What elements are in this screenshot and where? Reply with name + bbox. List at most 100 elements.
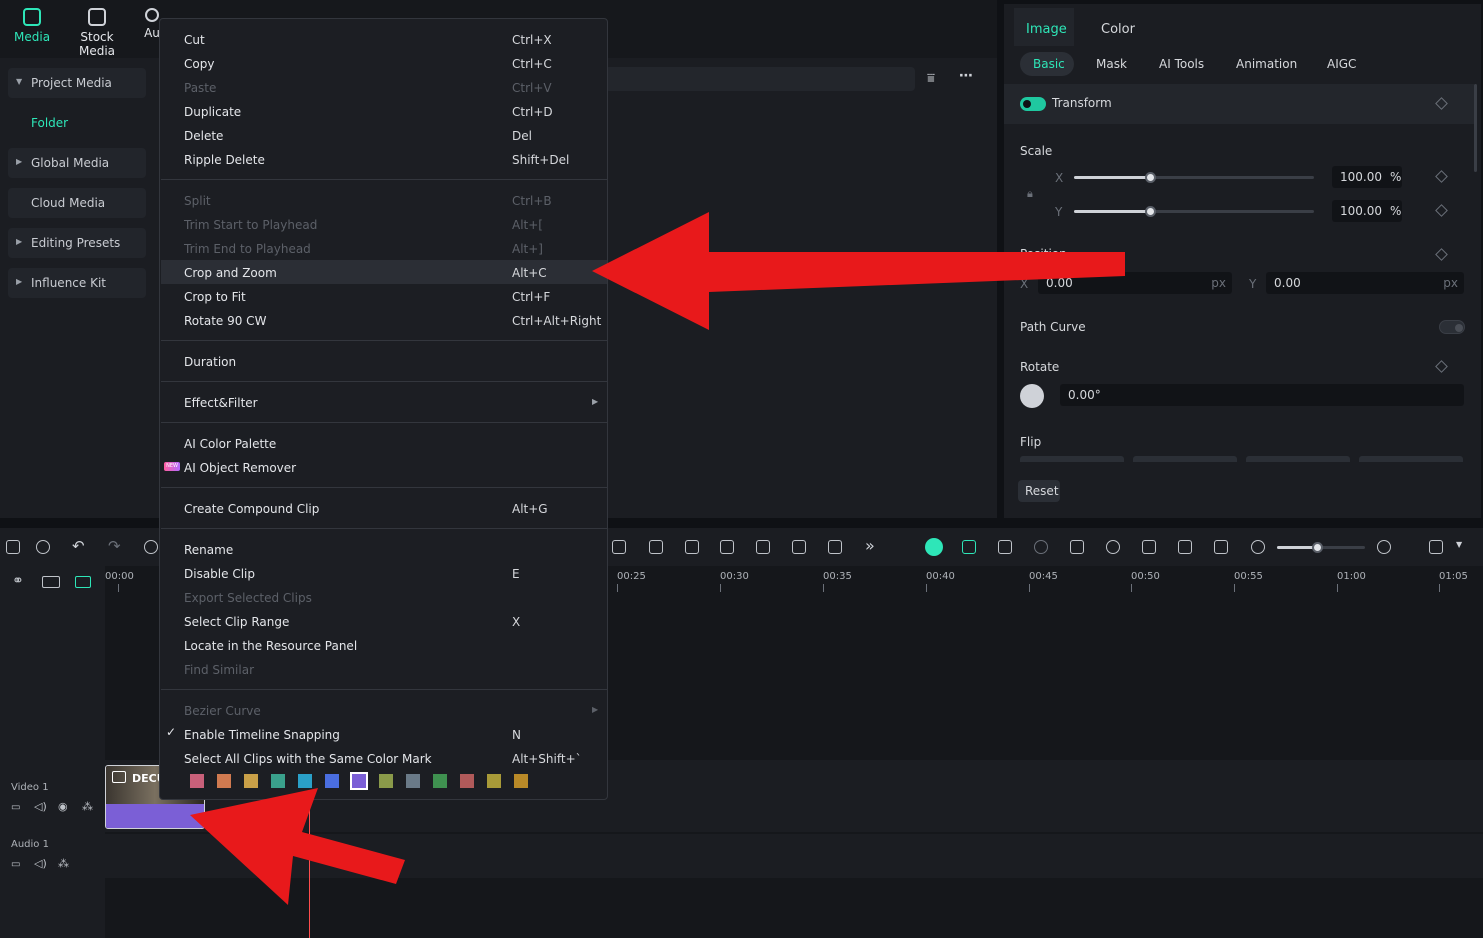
magic-icon[interactable]: ⁂ bbox=[82, 800, 93, 813]
play-icon[interactable] bbox=[1034, 540, 1048, 554]
voiceover-icon[interactable] bbox=[1142, 540, 1156, 554]
position-y-input[interactable]: 0.00 px bbox=[1266, 272, 1464, 294]
position-x-input[interactable]: 0.00 px bbox=[1038, 272, 1232, 294]
menu-item-create-compound-clip[interactable]: Create Compound Clip Alt+G bbox=[184, 498, 604, 522]
magic-icon[interactable]: ⁂ bbox=[58, 857, 69, 870]
layout-icon[interactable] bbox=[6, 540, 20, 554]
menu-item-enable-snapping[interactable]: Enable Timeline Snapping N bbox=[184, 724, 604, 748]
color-mark-swatch[interactable] bbox=[298, 774, 312, 788]
lock-icon[interactable]: 🔒︎ bbox=[1027, 187, 1033, 201]
subtab-aigc[interactable]: AIGC bbox=[1327, 57, 1356, 71]
crop-icon[interactable] bbox=[612, 540, 626, 554]
path-curve-toggle[interactable] bbox=[1439, 320, 1465, 334]
redo-icon[interactable]: ↷ bbox=[108, 537, 121, 555]
face-icon[interactable] bbox=[828, 540, 842, 554]
color-mark-swatch[interactable] bbox=[271, 774, 285, 788]
menu-item-crop-to-fit[interactable]: Crop to Fit Ctrl+F bbox=[184, 286, 604, 310]
shield-icon[interactable] bbox=[1070, 540, 1084, 554]
tab-color[interactable]: Color bbox=[1101, 22, 1135, 37]
menu-item-cut[interactable]: Cut Ctrl+X bbox=[184, 29, 604, 53]
menu-item-disable-clip[interactable]: Disable Clip E bbox=[184, 563, 604, 587]
menu-item-ai-object-remover[interactable]: AI Object Remover bbox=[184, 457, 604, 481]
folder-icon[interactable]: ▭ bbox=[11, 802, 20, 813]
reset-button[interactable]: Reset bbox=[1018, 480, 1060, 502]
keyframe-icon[interactable] bbox=[1435, 248, 1448, 261]
adjust-icon[interactable] bbox=[685, 540, 699, 554]
menu-item-rename[interactable]: Rename bbox=[184, 539, 604, 563]
color-mark-swatch[interactable] bbox=[325, 774, 339, 788]
add-track-icon[interactable] bbox=[42, 576, 60, 588]
audio-track-lane[interactable] bbox=[105, 834, 1483, 878]
scale-y-knob[interactable] bbox=[1144, 206, 1156, 217]
menu-item-select-same-color[interactable]: Select All Clips with the Same Color Mar… bbox=[184, 748, 604, 772]
audio-wave-icon[interactable] bbox=[756, 540, 770, 554]
menu-item-rotate-90-cw[interactable]: Rotate 90 CW Ctrl+Alt+Right bbox=[184, 310, 604, 334]
color-mark-swatch[interactable] bbox=[460, 774, 474, 788]
ai-copilot-icon[interactable] bbox=[925, 538, 943, 556]
zoom-in-icon[interactable] bbox=[1377, 540, 1391, 554]
menu-item-crop-and-zoom[interactable]: Crop and Zoom Alt+C bbox=[161, 260, 607, 284]
keyframe-icon[interactable] bbox=[1435, 204, 1448, 217]
color-mark-swatch[interactable] bbox=[190, 774, 204, 788]
color-mark-swatch[interactable] bbox=[406, 774, 420, 788]
filter-icon[interactable]: ⩸ bbox=[927, 71, 935, 86]
menu-item-locate-resource[interactable]: Locate in the Resource Panel bbox=[184, 635, 604, 659]
flip-horizontal-button[interactable] bbox=[1020, 456, 1124, 462]
replace-icon[interactable] bbox=[1178, 540, 1192, 554]
scale-x-slider[interactable] bbox=[1074, 172, 1314, 183]
color-mark-swatch[interactable] bbox=[379, 774, 393, 788]
speaker-icon[interactable]: ◁) bbox=[34, 800, 47, 813]
fit-icon[interactable] bbox=[1214, 540, 1228, 554]
rotate-left-button[interactable] bbox=[1246, 456, 1350, 462]
tab-stock-media[interactable]: Stock Media bbox=[62, 8, 132, 58]
tab-image[interactable]: Image bbox=[1014, 8, 1074, 46]
menu-item-select-clip-range[interactable]: Select Clip Range X bbox=[184, 611, 604, 635]
speaker-icon[interactable]: ◁) bbox=[34, 857, 47, 870]
undo-icon[interactable]: ↶ bbox=[72, 537, 85, 555]
tab-media[interactable]: Media bbox=[14, 8, 50, 44]
keyframe-icon[interactable] bbox=[1435, 360, 1448, 373]
subtab-ai-tools[interactable]: AI Tools bbox=[1159, 57, 1204, 71]
menu-item-delete[interactable]: Delete Del bbox=[184, 125, 604, 149]
menu-item-ai-color-palette[interactable]: AI Color Palette bbox=[184, 433, 604, 457]
track-manager-icon[interactable] bbox=[75, 576, 91, 588]
rotate-input[interactable]: 0.00° bbox=[1060, 384, 1464, 406]
rotate-dial[interactable] bbox=[1020, 384, 1044, 408]
subtab-basic[interactable]: Basic bbox=[1020, 52, 1074, 76]
sidebar-item-influence-kit[interactable]: ▶ Influence Kit bbox=[8, 268, 146, 298]
zoom-out-icon[interactable] bbox=[1251, 540, 1265, 554]
menu-item-duration[interactable]: Duration bbox=[184, 351, 604, 375]
scale-x-input[interactable]: 100.00% bbox=[1332, 166, 1402, 188]
search-input[interactable] bbox=[605, 67, 915, 91]
ai-mate-icon[interactable] bbox=[962, 540, 976, 554]
color-mark-swatch[interactable] bbox=[244, 774, 258, 788]
sidebar-item-global-media[interactable]: ▶ Global Media bbox=[8, 148, 146, 178]
render-icon[interactable] bbox=[998, 540, 1012, 554]
stabilize-icon[interactable] bbox=[792, 540, 806, 554]
grid-icon[interactable] bbox=[1429, 540, 1443, 554]
scrollbar[interactable] bbox=[1474, 84, 1477, 172]
transform-toggle[interactable] bbox=[1020, 97, 1046, 111]
text-ai-icon[interactable] bbox=[720, 540, 734, 554]
chevron-down-icon[interactable]: ▼ bbox=[1456, 540, 1462, 549]
link-icon[interactable]: ⚭ bbox=[12, 573, 24, 589]
scale-y-input[interactable]: 100.00% bbox=[1332, 200, 1402, 222]
zoom-knob[interactable] bbox=[1312, 542, 1323, 553]
color-mark-swatch[interactable] bbox=[487, 774, 501, 788]
sidebar-item-cloud-media[interactable]: Cloud Media bbox=[8, 188, 146, 218]
menu-item-effect-filter[interactable]: Effect&Filter bbox=[184, 392, 604, 416]
keyframe-icon[interactable] bbox=[1435, 97, 1448, 110]
menu-item-copy[interactable]: Copy Ctrl+C bbox=[184, 53, 604, 77]
menu-item-duplicate[interactable]: Duplicate Ctrl+D bbox=[184, 101, 604, 125]
folder-icon[interactable]: ▭ bbox=[11, 859, 20, 870]
scale-x-knob[interactable] bbox=[1144, 172, 1156, 183]
zoom-slider[interactable] bbox=[1277, 542, 1365, 553]
color-mark-swatch[interactable] bbox=[433, 774, 447, 788]
more-icon[interactable]: ⋯ bbox=[959, 68, 973, 84]
subtab-mask[interactable]: Mask bbox=[1096, 57, 1127, 71]
sidebar-item-folder[interactable]: Folder bbox=[8, 108, 146, 138]
sidebar-item-editing-presets[interactable]: ▶ Editing Presets bbox=[8, 228, 146, 258]
color-mark-swatch[interactable] bbox=[217, 774, 231, 788]
flip-vertical-button[interactable] bbox=[1133, 456, 1237, 462]
tag-icon[interactable] bbox=[649, 540, 663, 554]
